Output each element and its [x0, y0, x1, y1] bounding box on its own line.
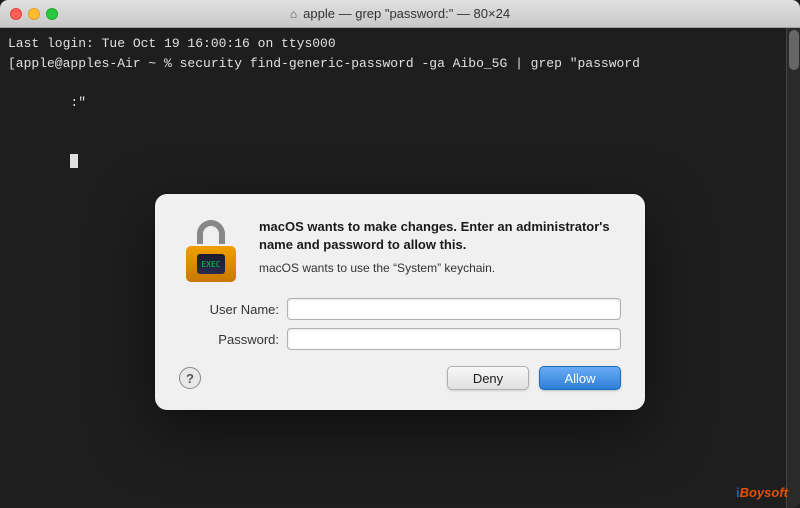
app-window: ⌂ apple — grep "password:" — 80×24 Last …: [0, 0, 800, 508]
traffic-lights: [10, 8, 58, 20]
watermark-suffix: Boysoft: [740, 485, 788, 500]
dialog-header: EXEC macOS wants to make changes. Enter …: [179, 218, 621, 282]
auth-dialog: EXEC macOS wants to make changes. Enter …: [155, 194, 645, 410]
lock-shackle: [197, 220, 225, 244]
help-button[interactable]: ?: [179, 367, 201, 389]
window-title-text: apple — grep "password:" — 80×24: [303, 6, 510, 21]
action-buttons: Deny Allow: [447, 366, 621, 390]
dialog-overlay: EXEC macOS wants to make changes. Enter …: [0, 28, 800, 508]
minimize-button[interactable]: [28, 8, 40, 20]
terminal-area: Last login: Tue Oct 19 16:00:16 on ttys0…: [0, 28, 800, 508]
allow-button[interactable]: Allow: [539, 366, 621, 390]
title-bar: ⌂ apple — grep "password:" — 80×24: [0, 0, 800, 28]
maximize-button[interactable]: [46, 8, 58, 20]
username-row: User Name:: [179, 298, 621, 320]
close-button[interactable]: [10, 8, 22, 20]
lock-screen: EXEC: [197, 254, 225, 274]
dialog-subtitle: macOS wants to use the “System” keychain…: [259, 260, 621, 277]
username-input[interactable]: [287, 298, 621, 320]
dialog-title: macOS wants to make changes. Enter an ad…: [259, 218, 621, 254]
username-label: User Name:: [179, 302, 279, 317]
lock-icon: EXEC: [179, 218, 243, 282]
dialog-text: macOS wants to make changes. Enter an ad…: [259, 218, 621, 277]
lock-body: EXEC: [186, 246, 236, 282]
window-title: ⌂ apple — grep "password:" — 80×24: [290, 6, 510, 21]
watermark: iBoysoft: [736, 485, 788, 500]
password-row: Password:: [179, 328, 621, 350]
dialog-buttons: ? Deny Allow: [179, 366, 621, 390]
password-label: Password:: [179, 332, 279, 347]
auth-form: User Name: Password:: [179, 298, 621, 350]
password-input[interactable]: [287, 328, 621, 350]
home-icon: ⌂: [290, 7, 297, 21]
deny-button[interactable]: Deny: [447, 366, 529, 390]
